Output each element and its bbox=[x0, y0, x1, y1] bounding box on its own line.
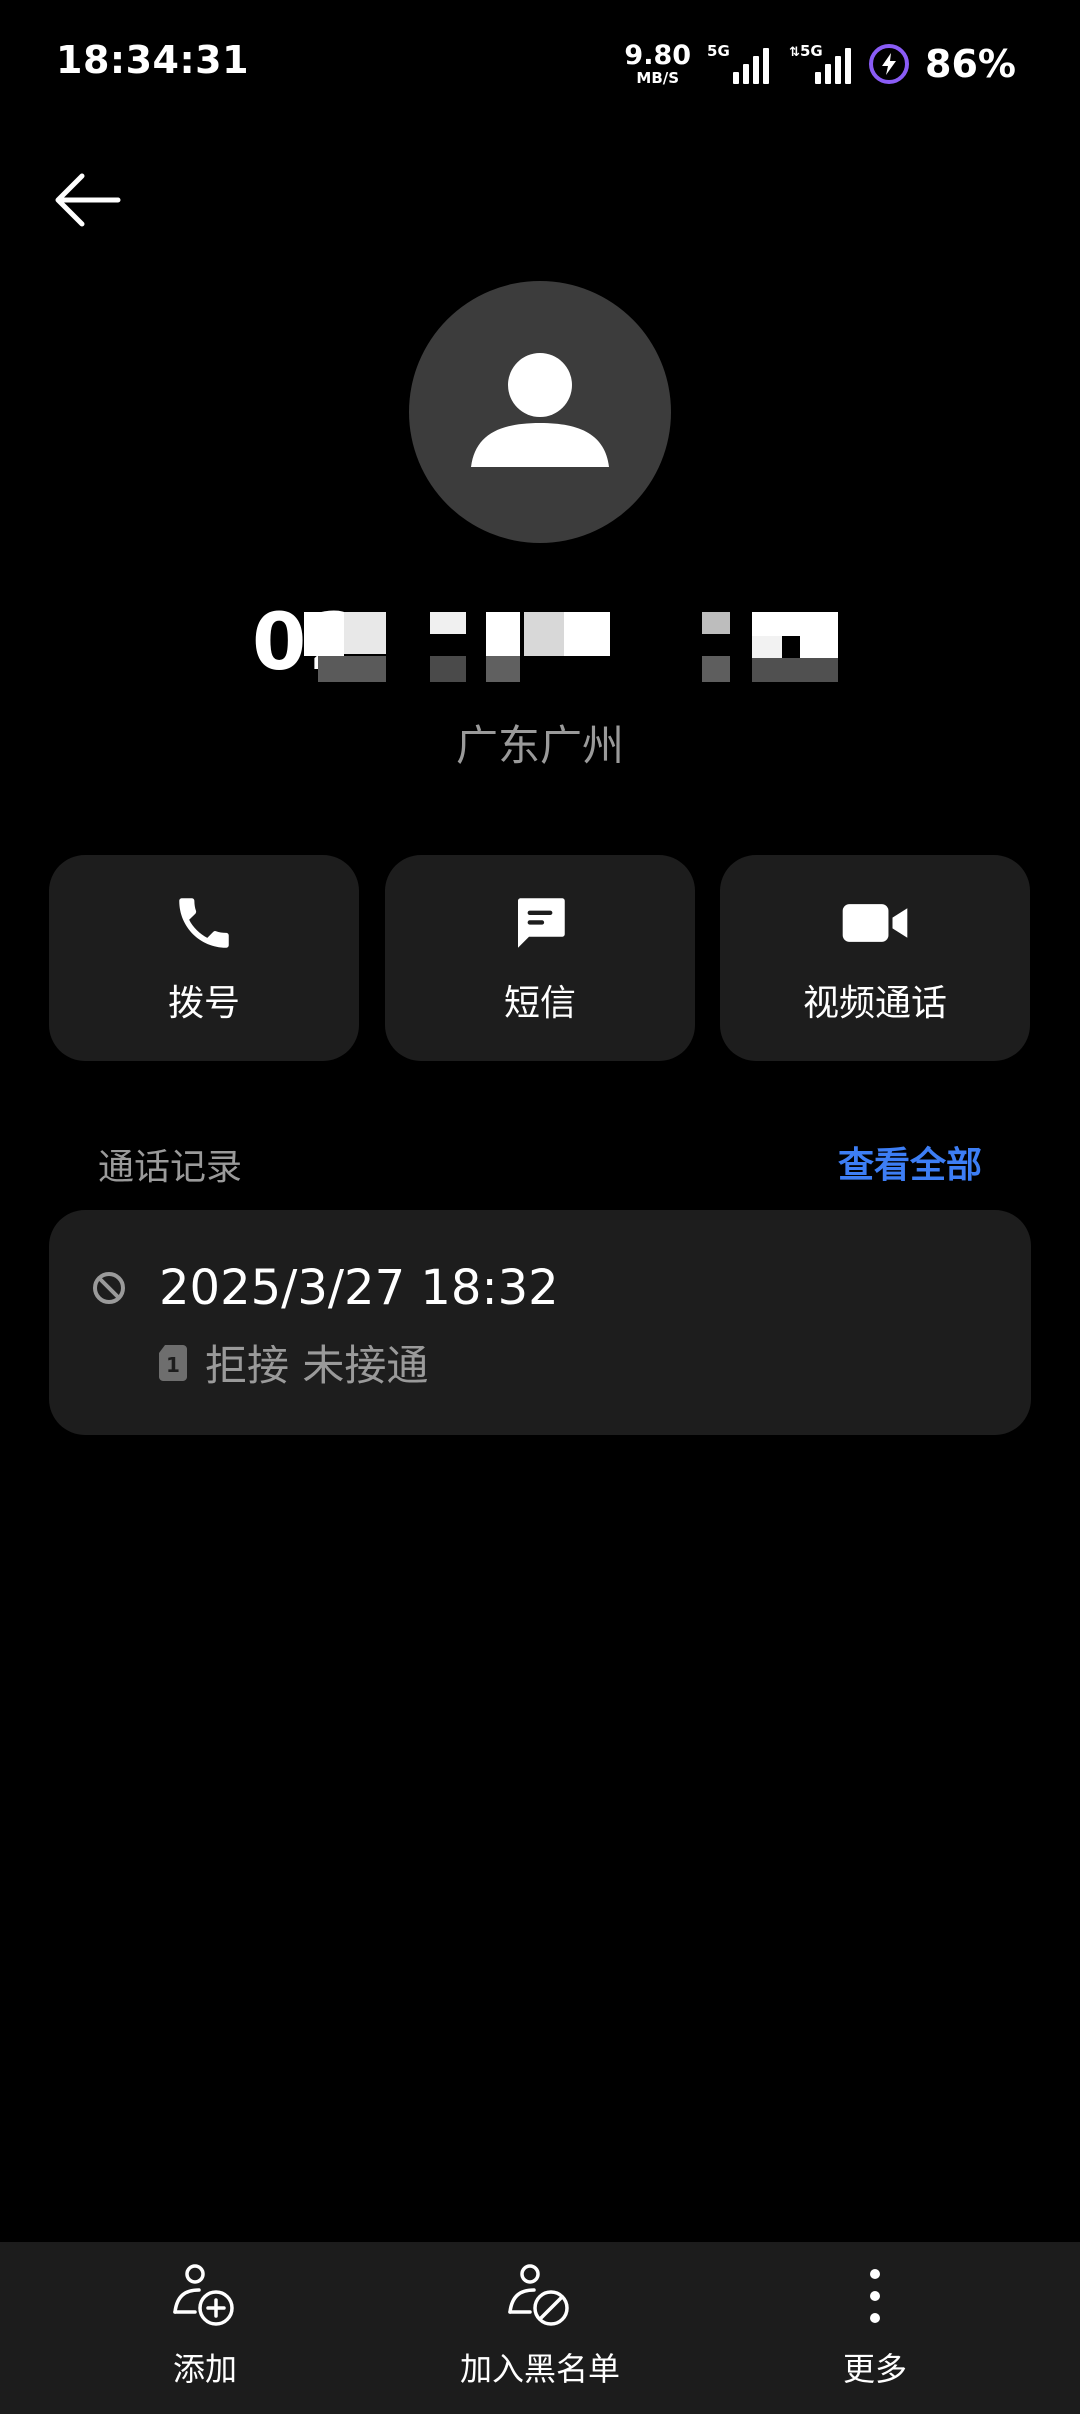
call-log-entry[interactable]: 2025/3/27 18:32 1 拒接 未接通 bbox=[49, 1210, 1031, 1435]
call-datetime: 2025/3/27 18:32 bbox=[159, 1260, 559, 1316]
status-indicators: 9.80 MB/S 5G ⇅5G 86% bbox=[624, 36, 1016, 92]
view-all-link[interactable]: 查看全部 bbox=[838, 1136, 982, 1188]
network-speed-value: 9.80 bbox=[624, 40, 692, 71]
contact-number: 02 bbox=[240, 590, 840, 700]
sim1-network-tag: 5G bbox=[707, 42, 730, 60]
contact-location: 广东广州 bbox=[455, 721, 624, 770]
blacklist-label: 加入黑名单 bbox=[459, 2350, 620, 2388]
call-label: 拨号 bbox=[167, 983, 240, 1024]
video-icon bbox=[840, 890, 910, 956]
back-button[interactable] bbox=[48, 164, 124, 236]
network-speed: 9.80 MB/S bbox=[624, 42, 691, 86]
call-status: 拒接 未接通 bbox=[205, 1341, 429, 1390]
block-contact-icon bbox=[504, 2260, 576, 2332]
battery-percent: 86% bbox=[925, 42, 1016, 86]
contact-avatar bbox=[409, 281, 671, 543]
more-vertical-icon bbox=[839, 2260, 911, 2332]
message-icon bbox=[507, 890, 573, 956]
sim2-network-tag: ⇅5G bbox=[789, 42, 823, 60]
sim1-signal-icon: 5G bbox=[707, 42, 770, 84]
call-log-title: 通话记录 bbox=[98, 1147, 243, 1188]
more-button[interactable]: 更多 bbox=[755, 2260, 995, 2390]
call-button[interactable]: 拨号 bbox=[49, 855, 359, 1061]
video-call-button[interactable]: 视频通话 bbox=[720, 855, 1030, 1061]
sim2-signal-icon: ⇅5G bbox=[789, 42, 852, 84]
video-call-label: 视频通话 bbox=[802, 983, 947, 1024]
svg-text:1: 1 bbox=[166, 1353, 180, 1377]
status-time: 18:34:31 bbox=[56, 38, 250, 82]
add-contact-button[interactable]: 添加 bbox=[85, 2260, 325, 2390]
blacklist-button[interactable]: 加入黑名单 bbox=[420, 2260, 660, 2390]
charging-bolt-icon bbox=[869, 44, 910, 84]
sim-card-icon: 1 bbox=[159, 1345, 187, 1381]
network-speed-unit: MB/S bbox=[636, 69, 680, 87]
add-contact-label: 添加 bbox=[172, 2350, 237, 2388]
more-label: 更多 bbox=[842, 2350, 907, 2388]
bottom-action-bar: 添加 加入黑名单 更多 bbox=[0, 2242, 1080, 2414]
message-button[interactable]: 短信 bbox=[385, 855, 695, 1061]
phone-icon bbox=[171, 890, 237, 956]
add-contact-icon bbox=[169, 2260, 241, 2332]
arrow-left-icon bbox=[55, 173, 121, 227]
message-label: 短信 bbox=[503, 983, 576, 1024]
blocked-icon bbox=[93, 1272, 125, 1304]
person-icon bbox=[471, 353, 609, 467]
